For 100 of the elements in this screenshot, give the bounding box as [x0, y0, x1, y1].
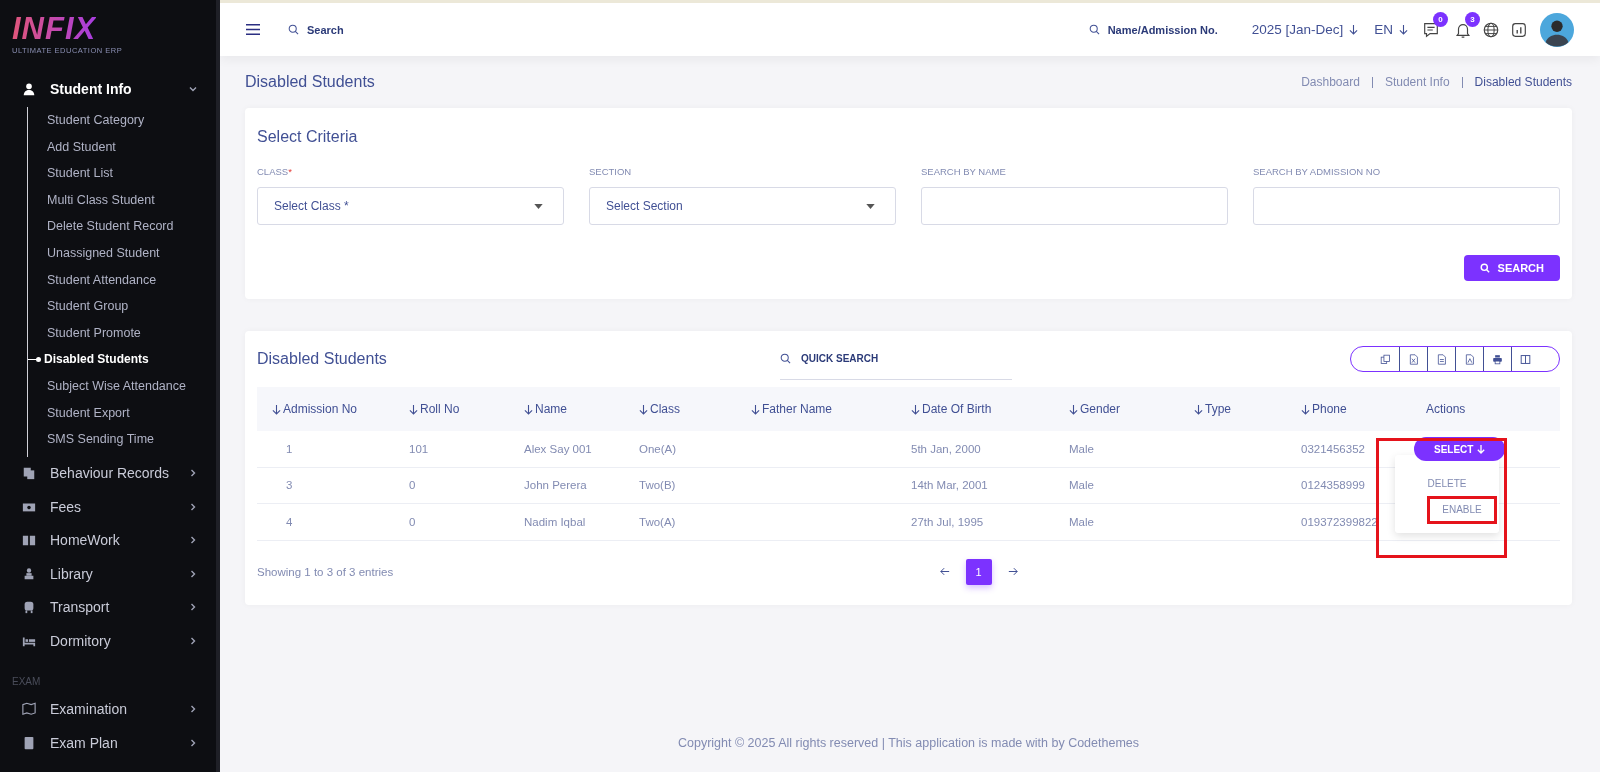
column-header[interactable]: Class — [639, 402, 751, 416]
submenu-item[interactable]: Student Promote — [28, 319, 216, 347]
column-header[interactable]: Name — [524, 402, 639, 416]
table-cell: Male — [1069, 515, 1094, 528]
sidebar-menu-item[interactable]: Dormitory — [0, 624, 216, 658]
chevron-icon — [188, 635, 198, 646]
menu-item-icon — [22, 566, 36, 581]
arrow-down-icon — [1477, 444, 1486, 454]
column-header[interactable]: Admission No — [272, 402, 409, 416]
chat-icon[interactable] — [1422, 20, 1440, 39]
table-cell: 3 — [286, 479, 293, 492]
column-header[interactable]: Phone — [1301, 402, 1426, 416]
pdf-file-icon — [1464, 353, 1475, 365]
breadcrumb-link[interactable]: Disabled Students — [1474, 75, 1572, 89]
menu-item-icon — [22, 600, 36, 615]
table-cell: One(A) — [639, 442, 677, 455]
submenu-item[interactable]: Subject Wise Attendance — [28, 372, 216, 400]
input-field[interactable] — [921, 187, 1228, 225]
table-cell: Male — [1069, 442, 1094, 455]
entries-summary: Showing 1 to 3 of 3 entries — [257, 565, 395, 578]
table-cell: 4 — [286, 515, 293, 528]
page-button[interactable]: 1 — [965, 558, 992, 585]
submenu-item[interactable]: Unassigned Student — [28, 239, 216, 267]
search-button[interactable]: SEARCH — [1463, 255, 1560, 281]
sort-arrow-icon — [1194, 403, 1203, 415]
submenu-item[interactable]: SMS Sending Time — [28, 426, 216, 453]
menu-item-icon — [22, 82, 36, 96]
sidebar-menu-item[interactable]: Transport — [0, 590, 216, 625]
sidebar-menu-item[interactable]: Fees — [0, 490, 216, 524]
submenu-item[interactable]: Multi Class Student — [28, 186, 216, 214]
card-title: Disabled Students — [257, 350, 388, 368]
menu-icon[interactable] — [246, 24, 260, 35]
chevron-icon — [188, 535, 198, 546]
caret-icon — [866, 203, 875, 209]
session-dropdown[interactable]: 2025 [Jan-Dec] — [1251, 22, 1344, 37]
table-cell: 0 — [409, 515, 416, 528]
input-field[interactable] — [1253, 187, 1560, 225]
table-cell: 0 — [409, 479, 416, 492]
field-label: SECTION — [589, 166, 633, 177]
table-cell: Two(A) — [639, 515, 676, 528]
chevron-icon — [188, 84, 198, 94]
sidebar-menu-item[interactable]: Examination — [0, 692, 216, 727]
table-cell: 0124358999 — [1301, 479, 1365, 492]
column-header[interactable]: Type — [1194, 402, 1301, 416]
globe-icon[interactable] — [1482, 20, 1500, 39]
sort-arrow-icon — [1069, 403, 1078, 415]
printer-icon — [1492, 353, 1503, 365]
spreadsheet-file-icon — [1408, 353, 1419, 365]
arrow-right-icon[interactable] — [1007, 567, 1018, 576]
menu-item[interactable]: ENABLE — [1428, 497, 1496, 523]
submenu-item[interactable]: Student Category — [28, 107, 216, 134]
select-field[interactable]: Select Class * — [257, 187, 564, 225]
search-icon — [1479, 263, 1490, 273]
column-header[interactable]: Roll No — [409, 402, 524, 416]
page-title: Disabled Students — [245, 73, 375, 91]
sort-arrow-icon — [1301, 403, 1310, 415]
column-header[interactable]: Date Of Birth — [911, 402, 1069, 416]
menu-item-icon — [22, 466, 36, 481]
submenu-item[interactable]: Disabled Students — [28, 346, 216, 373]
field-label: SEARCH BY ADMISSION NO — [1253, 166, 1382, 177]
chart-icon[interactable] — [1510, 20, 1528, 39]
card-title: Select Criteria — [257, 128, 359, 146]
sort-arrow-icon — [524, 403, 533, 415]
columns-icon — [1520, 353, 1531, 365]
table-cell: Two(B) — [639, 479, 676, 492]
search-icon — [780, 353, 791, 364]
table-cell: 27th Jul, 1995 — [911, 515, 984, 528]
avatar[interactable] — [1540, 12, 1574, 47]
search-icon — [1088, 24, 1100, 35]
column-header[interactable]: Father Name — [751, 402, 911, 416]
sidebar-menu-item[interactable]: Exam Plan — [0, 726, 216, 760]
sidebar-menu-item[interactable]: Library — [0, 557, 216, 591]
search-icon — [288, 24, 299, 35]
menu-item-icon — [22, 533, 36, 548]
sidebar-menu-item[interactable]: HomeWork — [0, 523, 216, 558]
menu-item-icon — [22, 735, 36, 750]
submenu-item[interactable]: Student Export — [28, 399, 216, 427]
arrow-down-icon — [1399, 24, 1408, 35]
column-header[interactable]: Gender — [1069, 402, 1194, 416]
notification-count-badge: 3 — [1465, 11, 1480, 27]
select-field[interactable]: Select Section — [589, 187, 896, 225]
submenu-item[interactable]: Student List — [28, 160, 216, 187]
sort-arrow-icon — [272, 403, 281, 415]
table-cell: Alex Say 001 — [524, 442, 592, 455]
submenu-item[interactable]: Student Group — [28, 293, 216, 320]
submenu-item[interactable]: Add Student — [28, 133, 216, 161]
submenu-item[interactable]: Delete Student Record — [28, 213, 216, 240]
sort-arrow-icon — [409, 403, 418, 415]
column-header[interactable]: Actions — [1426, 402, 1560, 416]
sidebar-menu-item[interactable]: Student Info — [0, 71, 216, 107]
chevron-icon — [188, 568, 198, 579]
submenu-item[interactable]: Student Attendance — [28, 266, 216, 294]
arrow-left-icon[interactable] — [939, 567, 950, 576]
message-count-badge: 0 — [1433, 11, 1448, 27]
menu-item-icon — [22, 702, 36, 717]
table-cell: Male — [1069, 479, 1094, 492]
table-cell: Nadim Iqbal — [524, 515, 586, 528]
sort-arrow-icon — [911, 403, 920, 415]
sidebar-menu-item[interactable]: Behaviour Records — [0, 456, 216, 491]
language-dropdown[interactable]: EN — [1374, 22, 1393, 37]
